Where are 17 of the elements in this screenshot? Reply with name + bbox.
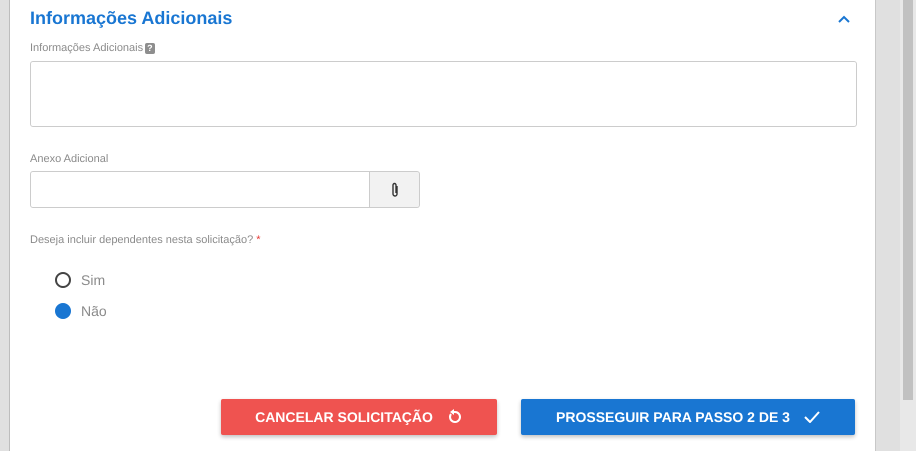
undo-icon xyxy=(446,409,463,425)
radio-option[interactable]: Sim xyxy=(55,264,857,296)
cancel-button[interactable]: CANCELAR SOLICITAÇÃO xyxy=(221,399,497,435)
field-label: Informações Adicionais xyxy=(30,41,144,56)
section-title: Informações Adicionais xyxy=(30,7,232,30)
check-icon xyxy=(804,411,820,423)
attach-button[interactable] xyxy=(370,171,420,208)
proceed-button[interactable]: PROSSEGUIR PARA PASSO 2 DE 3 xyxy=(521,399,855,435)
scrollbar-thumb[interactable] xyxy=(903,0,913,400)
help-icon[interactable]: ? xyxy=(145,42,155,54)
field-label: Anexo Adicional xyxy=(30,152,110,166)
question-label: Deseja incluir dependentes nesta solicitação? * xyxy=(30,233,262,248)
radio-option[interactable]: Não xyxy=(55,296,857,326)
file-input[interactable] xyxy=(30,171,370,208)
paperclip-icon xyxy=(390,182,400,198)
text-area[interactable] xyxy=(30,60,857,126)
chevron-up-icon xyxy=(838,14,850,22)
